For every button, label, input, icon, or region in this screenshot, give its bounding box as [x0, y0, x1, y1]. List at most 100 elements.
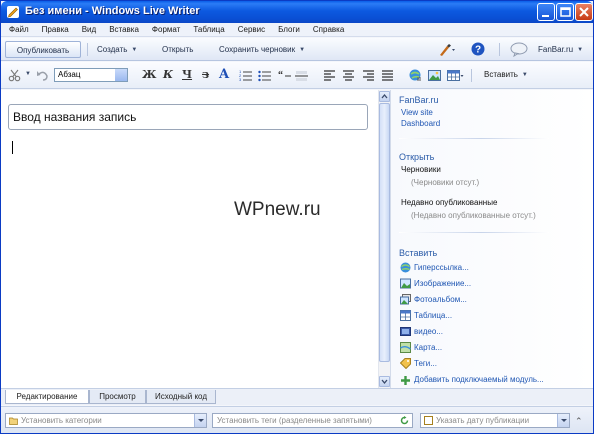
menu-table[interactable]: Таблица — [187, 25, 231, 34]
expand-properties-icon[interactable]: ⌃ — [575, 416, 583, 427]
tab-source[interactable]: Исходный код — [146, 390, 216, 404]
table-icon — [400, 310, 411, 321]
sidebar-divider — [399, 232, 549, 233]
drafts-empty-text: (Черновики отсут.) — [411, 178, 480, 187]
insert-image-link[interactable]: Изображение... — [414, 279, 471, 288]
command-bar: Опубликовать Создать ▼ Открыть Сохранить … — [1, 38, 593, 61]
view-site-link[interactable]: View site — [401, 108, 433, 117]
image-icon — [400, 278, 411, 289]
menu-edit[interactable]: Правка — [36, 25, 76, 34]
drafts-heading: Черновики — [401, 165, 441, 174]
toolbar-separator — [499, 43, 500, 56]
bulleted-list-icon[interactable] — [258, 69, 271, 82]
toolbar-separator — [87, 43, 88, 56]
dashboard-link[interactable]: Dashboard — [401, 119, 440, 128]
insert-video-link[interactable]: видео... — [414, 327, 443, 336]
paragraph-style-select[interactable]: Абзац — [54, 68, 128, 82]
editor-scrollbar[interactable] — [378, 90, 390, 388]
menu-insert[interactable]: Вставка — [103, 25, 146, 34]
align-right-icon[interactable] — [362, 69, 375, 82]
publish-button[interactable]: Опубликовать — [5, 41, 81, 58]
blog-theme-brush-icon[interactable] — [438, 43, 456, 57]
menu-help[interactable]: Справка — [307, 25, 351, 34]
live-writer-app-icon — [7, 6, 19, 18]
open-button[interactable]: Открыть — [162, 41, 193, 58]
strikethrough-button[interactable]: з — [202, 68, 209, 81]
insert-menu-button[interactable]: Вставить ▼ — [484, 70, 528, 79]
cut-icon[interactable] — [8, 69, 21, 82]
align-justify-icon[interactable] — [381, 69, 394, 82]
account-menu[interactable]: FanBar.ru ▼ — [538, 41, 583, 58]
save-draft-button[interactable]: Сохранить черновик ▼ — [219, 41, 305, 58]
create-button[interactable]: Создать ▼ — [97, 41, 137, 58]
font-color-button[interactable]: A — [219, 67, 229, 82]
publish-date-placeholder: Указать дату публикации — [436, 416, 530, 425]
insert-photo-album-link[interactable]: Фотоальбом... — [414, 295, 467, 304]
close-icon — [579, 7, 589, 17]
account-label: FanBar.ru — [538, 45, 574, 54]
toolbar-separator — [471, 69, 472, 82]
add-plugin-link[interactable]: Добавить подключаемый модуль... — [414, 375, 544, 384]
map-icon — [400, 342, 411, 353]
minimize-button[interactable] — [537, 3, 555, 21]
blog-name: FanBar.ru — [399, 95, 439, 105]
chevron-down-icon — [557, 414, 569, 427]
menu-blogs[interactable]: Блоги — [272, 25, 307, 34]
tab-edit[interactable]: Редактирование — [5, 390, 89, 404]
photo-album-icon — [400, 294, 411, 305]
svg-text:3: 3 — [239, 77, 242, 82]
align-center-icon[interactable] — [342, 69, 355, 82]
svg-text:?: ? — [475, 45, 481, 56]
window-title: Без имени - Windows Live Writer — [25, 5, 200, 17]
chevron-up-icon — [381, 93, 388, 99]
scroll-up-button[interactable] — [379, 91, 390, 102]
publish-date-combo[interactable]: Указать дату публикации — [420, 413, 570, 428]
checkbox-icon[interactable] — [424, 416, 433, 425]
plus-icon — [401, 376, 410, 385]
chevron-down-icon[interactable]: ▼ — [25, 71, 31, 77]
tags-combo[interactable]: Установить теги (разделенные запятыми) — [212, 413, 413, 428]
insert-tags-link[interactable]: Теги... — [414, 359, 437, 368]
menu-format[interactable]: Формат — [146, 25, 187, 34]
chevron-down-icon — [194, 414, 206, 427]
menu-file[interactable]: Файл — [1, 25, 36, 34]
post-editor[interactable]: Ввод названия запись WPnew.ru — [1, 90, 378, 388]
maximize-button[interactable] — [556, 3, 574, 21]
italic-button[interactable]: К — [163, 68, 173, 81]
close-button[interactable] — [575, 3, 593, 21]
numbered-list-icon[interactable]: 123 — [239, 69, 252, 82]
bold-button[interactable]: Ж — [142, 68, 156, 81]
insert-image-icon[interactable] — [428, 69, 441, 82]
chevron-down-icon: ▼ — [299, 47, 306, 53]
chevron-down-icon: ▼ — [521, 72, 528, 78]
minimize-icon — [542, 15, 549, 17]
menu-tools[interactable]: Сервис — [232, 25, 272, 34]
refresh-icon[interactable] — [400, 416, 409, 425]
undo-icon[interactable] — [36, 69, 49, 82]
insert-hyperlink-icon[interactable] — [409, 69, 422, 82]
save-draft-label: Сохранить черновик — [219, 45, 296, 54]
help-icon[interactable]: ? — [471, 42, 485, 56]
status-bar: Установить категории Установить теги (ра… — [1, 406, 593, 433]
category-folder-icon — [9, 417, 18, 425]
scroll-down-button[interactable] — [379, 376, 390, 387]
underline-button[interactable]: Ч — [182, 68, 192, 81]
insert-table-icon[interactable] — [447, 69, 464, 82]
format-toolbar: ▼ Абзац Ж К Ч з A 123 “ Вставить ▼ — [1, 62, 593, 89]
blockquote-icon[interactable]: “ — [278, 69, 291, 82]
align-left-icon[interactable] — [323, 69, 336, 82]
title-bar[interactable]: Без имени - Windows Live Writer — [1, 1, 593, 23]
scrollbar-thumb[interactable] — [379, 103, 390, 362]
video-icon — [400, 327, 411, 336]
insert-table-link[interactable]: Таблица... — [414, 311, 452, 320]
menu-view[interactable]: Вид — [76, 25, 103, 34]
categories-combo[interactable]: Установить категории — [5, 413, 207, 428]
open-heading: Открыть — [399, 152, 435, 162]
post-title-input[interactable]: Ввод названия запись — [8, 104, 368, 130]
horizontal-line-icon[interactable] — [295, 69, 308, 82]
insert-map-link[interactable]: Карта... — [414, 343, 442, 352]
insert-hyperlink-link[interactable]: Гиперссылка... — [414, 263, 469, 272]
categories-placeholder: Установить категории — [21, 416, 102, 425]
tab-preview[interactable]: Просмотр — [89, 390, 146, 404]
sidebar-divider — [399, 138, 549, 139]
